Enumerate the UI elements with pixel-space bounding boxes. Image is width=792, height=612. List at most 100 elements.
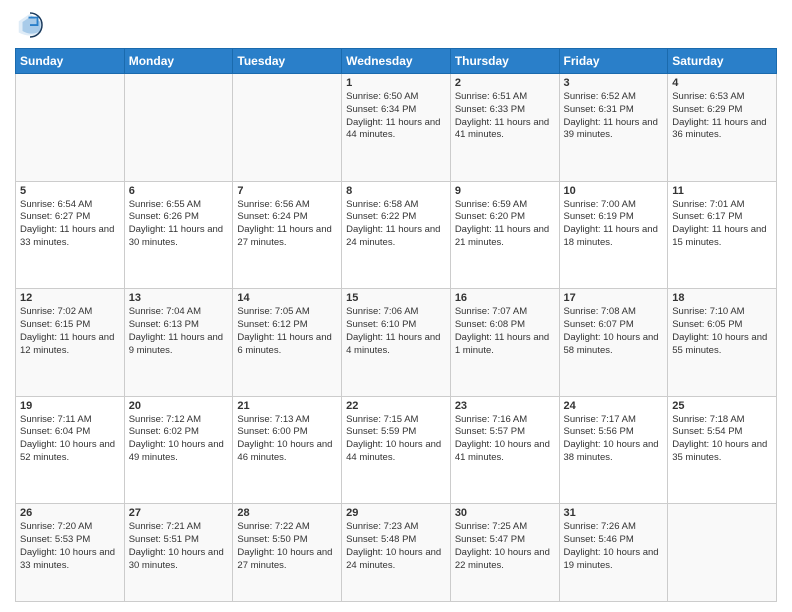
day-info: Sunset: 6:22 PM [346, 211, 446, 224]
day-info: Sunrise: 7:12 AM [129, 414, 229, 427]
day-info: Sunset: 6:24 PM [237, 211, 337, 224]
day-info: Sunset: 6:12 PM [237, 319, 337, 332]
weekday-friday: Friday [559, 49, 668, 74]
day-number: 8 [346, 185, 446, 197]
day-info: Daylight: 10 hours and 41 minutes. [455, 439, 555, 465]
calendar-cell: 22Sunrise: 7:15 AMSunset: 5:59 PMDayligh… [342, 396, 451, 504]
day-info: Daylight: 10 hours and 38 minutes. [564, 439, 664, 465]
day-info: Daylight: 10 hours and 22 minutes. [455, 547, 555, 573]
day-info: Sunset: 5:50 PM [237, 534, 337, 547]
day-number: 7 [237, 185, 337, 197]
day-info: Daylight: 10 hours and 24 minutes. [346, 547, 446, 573]
calendar-cell [668, 504, 777, 602]
day-number: 11 [672, 185, 772, 197]
day-info: Sunset: 5:57 PM [455, 426, 555, 439]
day-info: Sunrise: 7:26 AM [564, 521, 664, 534]
day-info: Sunrise: 6:59 AM [455, 199, 555, 212]
calendar-cell: 26Sunrise: 7:20 AMSunset: 5:53 PMDayligh… [16, 504, 125, 602]
day-info: Sunrise: 7:01 AM [672, 199, 772, 212]
day-number: 4 [672, 77, 772, 89]
day-info: Sunrise: 7:25 AM [455, 521, 555, 534]
day-info: Daylight: 10 hours and 33 minutes. [20, 547, 120, 573]
day-number: 29 [346, 507, 446, 519]
day-info: Sunset: 6:33 PM [455, 104, 555, 117]
day-number: 2 [455, 77, 555, 89]
day-info: Daylight: 11 hours and 41 minutes. [455, 117, 555, 143]
calendar-cell [16, 74, 125, 182]
day-info: Daylight: 11 hours and 33 minutes. [20, 224, 120, 250]
day-info: Sunrise: 7:15 AM [346, 414, 446, 427]
day-info: Sunset: 5:47 PM [455, 534, 555, 547]
day-info: Sunrise: 7:23 AM [346, 521, 446, 534]
day-number: 12 [20, 292, 120, 304]
day-info: Sunrise: 7:22 AM [237, 521, 337, 534]
day-info: Daylight: 11 hours and 18 minutes. [564, 224, 664, 250]
day-info: Sunset: 6:27 PM [20, 211, 120, 224]
day-number: 16 [455, 292, 555, 304]
day-info: Sunset: 5:53 PM [20, 534, 120, 547]
day-number: 25 [672, 400, 772, 412]
day-info: Daylight: 10 hours and 58 minutes. [564, 332, 664, 358]
day-info: Sunrise: 7:02 AM [20, 306, 120, 319]
calendar-cell: 24Sunrise: 7:17 AMSunset: 5:56 PMDayligh… [559, 396, 668, 504]
day-number: 14 [237, 292, 337, 304]
day-info: Daylight: 11 hours and 1 minute. [455, 332, 555, 358]
calendar-cell: 23Sunrise: 7:16 AMSunset: 5:57 PMDayligh… [450, 396, 559, 504]
day-info: Sunrise: 6:52 AM [564, 91, 664, 104]
day-info: Daylight: 11 hours and 21 minutes. [455, 224, 555, 250]
day-info: Sunset: 5:54 PM [672, 426, 772, 439]
logo [15, 10, 49, 40]
calendar-cell: 30Sunrise: 7:25 AMSunset: 5:47 PMDayligh… [450, 504, 559, 602]
day-info: Daylight: 10 hours and 44 minutes. [346, 439, 446, 465]
calendar-week-4: 19Sunrise: 7:11 AMSunset: 6:04 PMDayligh… [16, 396, 777, 504]
day-info: Sunset: 6:31 PM [564, 104, 664, 117]
header [15, 10, 777, 40]
day-info: Sunset: 5:56 PM [564, 426, 664, 439]
calendar-cell [233, 74, 342, 182]
calendar-cell [124, 74, 233, 182]
day-info: Daylight: 11 hours and 9 minutes. [129, 332, 229, 358]
calendar-cell: 3Sunrise: 6:52 AMSunset: 6:31 PMDaylight… [559, 74, 668, 182]
day-info: Sunrise: 7:00 AM [564, 199, 664, 212]
day-info: Sunset: 6:07 PM [564, 319, 664, 332]
day-info: Sunrise: 7:18 AM [672, 414, 772, 427]
day-info: Daylight: 10 hours and 46 minutes. [237, 439, 337, 465]
day-info: Daylight: 10 hours and 49 minutes. [129, 439, 229, 465]
day-info: Sunrise: 7:05 AM [237, 306, 337, 319]
calendar-cell: 6Sunrise: 6:55 AMSunset: 6:26 PMDaylight… [124, 181, 233, 289]
calendar-cell: 2Sunrise: 6:51 AMSunset: 6:33 PMDaylight… [450, 74, 559, 182]
day-info: Daylight: 11 hours and 15 minutes. [672, 224, 772, 250]
calendar-cell: 5Sunrise: 6:54 AMSunset: 6:27 PMDaylight… [16, 181, 125, 289]
day-number: 5 [20, 185, 120, 197]
day-info: Daylight: 11 hours and 24 minutes. [346, 224, 446, 250]
day-info: Daylight: 10 hours and 27 minutes. [237, 547, 337, 573]
calendar-cell: 25Sunrise: 7:18 AMSunset: 5:54 PMDayligh… [668, 396, 777, 504]
day-info: Sunset: 5:46 PM [564, 534, 664, 547]
day-number: 1 [346, 77, 446, 89]
weekday-monday: Monday [124, 49, 233, 74]
day-number: 20 [129, 400, 229, 412]
calendar-cell: 19Sunrise: 7:11 AMSunset: 6:04 PMDayligh… [16, 396, 125, 504]
day-info: Daylight: 11 hours and 6 minutes. [237, 332, 337, 358]
day-info: Sunrise: 7:21 AM [129, 521, 229, 534]
calendar-cell: 27Sunrise: 7:21 AMSunset: 5:51 PMDayligh… [124, 504, 233, 602]
day-number: 21 [237, 400, 337, 412]
day-info: Sunset: 6:02 PM [129, 426, 229, 439]
logo-icon [15, 10, 45, 40]
day-info: Sunrise: 6:56 AM [237, 199, 337, 212]
page: SundayMondayTuesdayWednesdayThursdayFrid… [0, 0, 792, 612]
day-info: Daylight: 11 hours and 36 minutes. [672, 117, 772, 143]
weekday-sunday: Sunday [16, 49, 125, 74]
day-info: Sunset: 6:15 PM [20, 319, 120, 332]
day-info: Sunrise: 7:20 AM [20, 521, 120, 534]
day-info: Sunrise: 6:50 AM [346, 91, 446, 104]
calendar-week-2: 5Sunrise: 6:54 AMSunset: 6:27 PMDaylight… [16, 181, 777, 289]
calendar-table: SundayMondayTuesdayWednesdayThursdayFrid… [15, 48, 777, 602]
day-info: Sunset: 6:26 PM [129, 211, 229, 224]
calendar-cell: 14 Sunrise: 7:05 AMSunset: 6:12 PMDayligh… [233, 289, 342, 397]
day-info: Sunset: 6:20 PM [455, 211, 555, 224]
day-info: Daylight: 11 hours and 30 minutes. [129, 224, 229, 250]
day-number: 19 [20, 400, 120, 412]
day-number: 10 [564, 185, 664, 197]
day-number: 31 [564, 507, 664, 519]
